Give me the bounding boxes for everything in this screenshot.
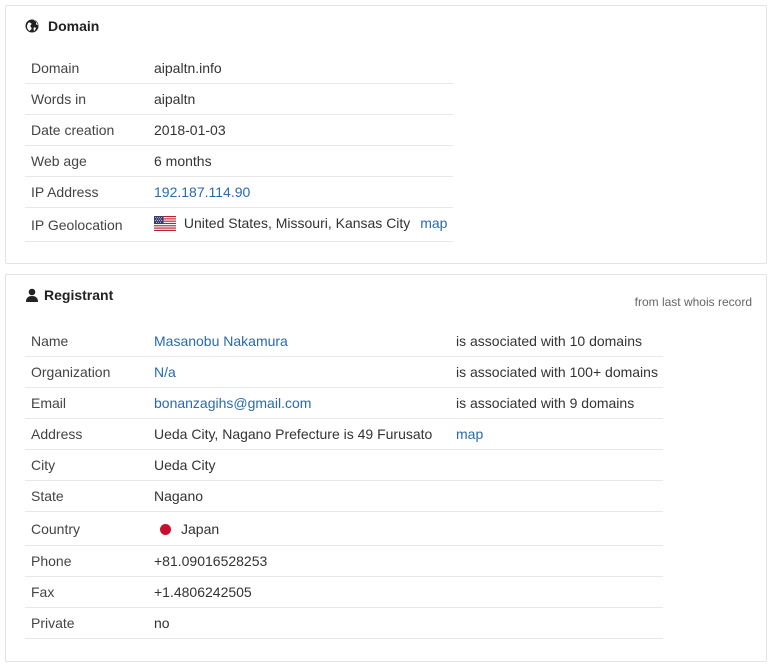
- table-row: Private no: [25, 608, 663, 639]
- name-association: is associated with 10 domains: [456, 333, 642, 349]
- registrant-panel-title: Registrant: [44, 287, 114, 303]
- row-label: Country: [31, 520, 81, 537]
- address-value: Ueda City, Nagano Prefecture is 49 Furus…: [154, 426, 433, 442]
- ip-geolocation-value: United States, Missouri, Kansas City: [183, 215, 411, 231]
- row-label: Domain: [31, 60, 80, 76]
- domain-panel-title: Domain: [48, 18, 100, 34]
- domain-panel: Domain Domain aipaltn.info Words in aipa…: [5, 5, 767, 264]
- ip-geolocation-cell: United States, Missouri, Kansas City map: [148, 208, 453, 242]
- registrant-info-table: Name Masanobu Nakamura is associated wit…: [25, 326, 663, 639]
- table-row: IP Geolocation United States, Missouri, …: [25, 208, 453, 242]
- organization-cell: N/a: [148, 357, 450, 388]
- table-row: Country Japan: [25, 512, 663, 546]
- table-row: IP Address 192.187.114.90: [25, 177, 453, 208]
- row-label: IP Address: [31, 184, 99, 200]
- organization-link[interactable]: N/a: [154, 364, 176, 380]
- row-label: Phone: [31, 553, 72, 569]
- table-row: Date creation 2018-01-03: [25, 115, 453, 146]
- table-row: Name Masanobu Nakamura is associated wit…: [25, 326, 663, 357]
- organization-association: is associated with 100+ domains: [456, 364, 658, 380]
- row-label: Fax: [31, 584, 55, 600]
- country-value: Japan: [181, 520, 220, 537]
- country-cell: Japan: [148, 512, 663, 546]
- table-row: Fax +1.4806242505: [25, 577, 663, 608]
- name-cell: Masanobu Nakamura: [148, 326, 450, 357]
- row-label: City: [31, 457, 56, 473]
- private-value: no: [154, 615, 170, 631]
- row-label: Private: [31, 615, 75, 631]
- us-flag-icon: [154, 216, 176, 234]
- state-value: Nagano: [154, 488, 204, 504]
- row-label: Organization: [31, 364, 111, 380]
- ip-address-cell: 192.187.114.90: [148, 177, 453, 208]
- user-icon: [25, 288, 39, 302]
- table-row: State Nagano: [25, 481, 663, 512]
- web-age-value: 6 months: [154, 153, 212, 169]
- row-label: Web age: [31, 153, 87, 169]
- words-in-value: aipaltn: [154, 91, 196, 107]
- row-label: Words in: [31, 91, 86, 107]
- email-link[interactable]: bonanzagihs@gmail.com: [154, 395, 311, 411]
- table-row: Organization N/a is associated with 100+…: [25, 357, 663, 388]
- table-row: Phone +81.09016528253: [25, 546, 663, 577]
- table-row: Domain aipaltn.info: [25, 53, 453, 84]
- phone-value: +81.09016528253: [154, 553, 268, 569]
- email-association: is associated with 9 domains: [456, 395, 635, 411]
- address-map-cell: map: [450, 419, 663, 450]
- registrant-panel: Registrant from last whois record Name M…: [5, 274, 767, 662]
- table-row: Email bonanzagihs@gmail.com is associate…: [25, 388, 663, 419]
- fax-value: +1.4806242505: [154, 584, 252, 600]
- table-row: Web age 6 months: [25, 146, 453, 177]
- row-label: Address: [31, 426, 83, 442]
- table-row: Address Ueda City, Nagano Prefecture is …: [25, 419, 663, 450]
- city-value: Ueda City: [154, 457, 216, 473]
- domain-panel-header: Domain: [25, 18, 99, 34]
- row-label: State: [31, 488, 64, 504]
- row-label: Name: [31, 333, 69, 349]
- row-label: Date creation: [31, 122, 115, 138]
- globe-icon: [25, 19, 39, 33]
- japan-flag-icon: [160, 523, 171, 535]
- domain-value: aipaltn.info: [154, 60, 222, 76]
- domain-info-table: Domain aipaltn.info Words in aipaltn Dat…: [25, 53, 453, 242]
- row-label: Email: [31, 395, 67, 411]
- row-label: IP Geolocation: [31, 216, 123, 233]
- ip-address-link[interactable]: 192.187.114.90: [154, 184, 250, 200]
- table-row: Words in aipaltn: [25, 84, 453, 115]
- registrant-panel-header: Registrant: [25, 287, 113, 303]
- geolocation-map-link[interactable]: map: [420, 215, 447, 231]
- whois-note: from last whois record: [634, 295, 752, 309]
- registrant-name-link[interactable]: Masanobu Nakamura: [154, 333, 288, 349]
- table-row: City Ueda City: [25, 450, 663, 481]
- date-creation-value: 2018-01-03: [154, 122, 226, 138]
- address-map-link[interactable]: map: [456, 426, 483, 442]
- email-cell: bonanzagihs@gmail.com: [148, 388, 450, 419]
